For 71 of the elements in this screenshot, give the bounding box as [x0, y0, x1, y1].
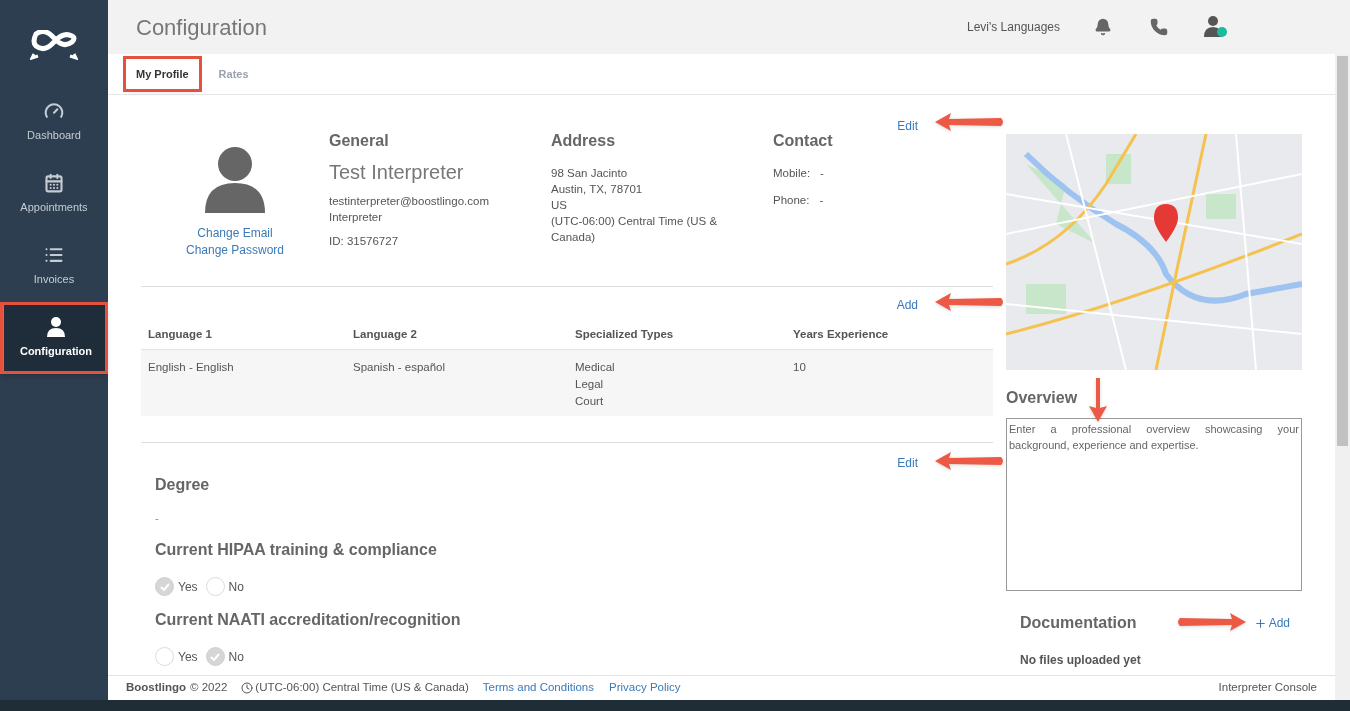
- overview-field[interactable]: Enter a professional overview showcasing your background, experience and expertise.: [1006, 418, 1302, 591]
- section-heading: Documentation: [1020, 613, 1137, 633]
- edit-link[interactable]: Edit: [897, 117, 918, 135]
- column-header: Years Experience: [786, 320, 993, 350]
- radio-button[interactable]: [205, 577, 225, 597]
- table-cell: Spanish - español: [346, 349, 568, 416]
- logo-icon: [30, 30, 78, 60]
- copyright: © 2022: [190, 680, 228, 696]
- profile-detail: testinterpreter@boostlingo.com: [329, 194, 490, 209]
- field-heading: Current NAATI accreditation/recognition: [155, 610, 462, 631]
- edit-link[interactable]: Edit: [897, 453, 918, 472]
- column-header: Language 2: [346, 320, 568, 350]
- clock-icon: [241, 682, 254, 694]
- plus-icon: [1253, 616, 1267, 630]
- column-header: Language 1: [141, 320, 346, 350]
- tab[interactable]: My Profile: [126, 58, 199, 90]
- radio-label: No: [228, 648, 244, 666]
- contact-detail: Phone: -: [773, 193, 824, 209]
- calendar-icon: [44, 172, 64, 193]
- field-heading: Degree: [155, 474, 211, 495]
- radio-label: Yes: [178, 648, 198, 666]
- timezone: (UTC-06:00) Central Time (US & Canada): [255, 680, 469, 696]
- sidebar-item[interactable]: Dashboard: [0, 86, 108, 158]
- section-heading: Contact: [773, 131, 834, 151]
- radio-button[interactable]: [155, 647, 174, 667]
- page-title: Configuration: [136, 13, 268, 42]
- check-icon: [159, 582, 170, 591]
- sidebar-item[interactable]: Configuration: [0, 302, 108, 374]
- annotation-arrow: [935, 451, 1005, 470]
- section-heading: Address: [551, 131, 617, 151]
- column-header: Specialized Types: [568, 320, 786, 350]
- notification-icon[interactable]: [1094, 18, 1112, 36]
- tab[interactable]: Rates: [208, 58, 259, 90]
- annotation-arrow: [935, 293, 1005, 311]
- sidebar-item[interactable]: Appointments: [0, 158, 108, 230]
- empty-message: No files uploaded yet: [1019, 652, 1142, 669]
- sidebar-item[interactable]: Invoices: [0, 230, 108, 302]
- table-cell: Medical Legal Court: [568, 349, 786, 416]
- phone-icon[interactable]: [1150, 18, 1168, 36]
- add-link[interactable]: Add: [1253, 614, 1290, 632]
- section-heading: General: [329, 131, 390, 151]
- radio-button[interactable]: [205, 647, 225, 667]
- annotation-arrow: [935, 113, 1005, 131]
- address-text: 98 San Jacinto Austin, TX, 78701 US (UTC-06:00) Central Time (US & Canada): [551, 166, 719, 245]
- annotation-arrow: [1088, 378, 1108, 422]
- footer-link[interactable]: Terms and Conditions: [482, 679, 594, 697]
- degree-value: -: [155, 510, 160, 526]
- user-icon: [47, 316, 65, 337]
- profile-id: ID: 31576727: [329, 234, 400, 249]
- user-status-icon[interactable]: [1204, 15, 1230, 39]
- interpreter-name: Test Interpreter: [329, 160, 465, 185]
- add-link[interactable]: Add: [896, 296, 918, 314]
- brand-name: Boostlingo: [126, 680, 187, 696]
- account-link[interactable]: Change Email: [197, 225, 273, 242]
- radio-label: No: [228, 578, 244, 596]
- table-cell: 10: [786, 349, 993, 416]
- contact-detail: Mobile: -: [773, 166, 824, 181]
- annotation-arrow: [1176, 613, 1246, 631]
- footer-link[interactable]: Privacy Policy: [609, 679, 681, 697]
- table-cell: English - English: [141, 349, 346, 416]
- gauge-icon: [44, 100, 64, 121]
- organization-name: Levi's Languages: [966, 19, 1060, 36]
- radio-label: Yes: [178, 578, 198, 596]
- avatar-icon: [205, 147, 265, 213]
- section-heading: Overview: [1006, 388, 1078, 408]
- console-label: Interpreter Console: [1218, 680, 1317, 696]
- account-link[interactable]: Change Password: [185, 242, 285, 259]
- check-icon: [210, 652, 221, 661]
- profile-detail: Interpreter: [329, 210, 384, 225]
- field-heading: Current HIPAA training & compliance: [155, 540, 438, 561]
- radio-button[interactable]: [155, 577, 174, 597]
